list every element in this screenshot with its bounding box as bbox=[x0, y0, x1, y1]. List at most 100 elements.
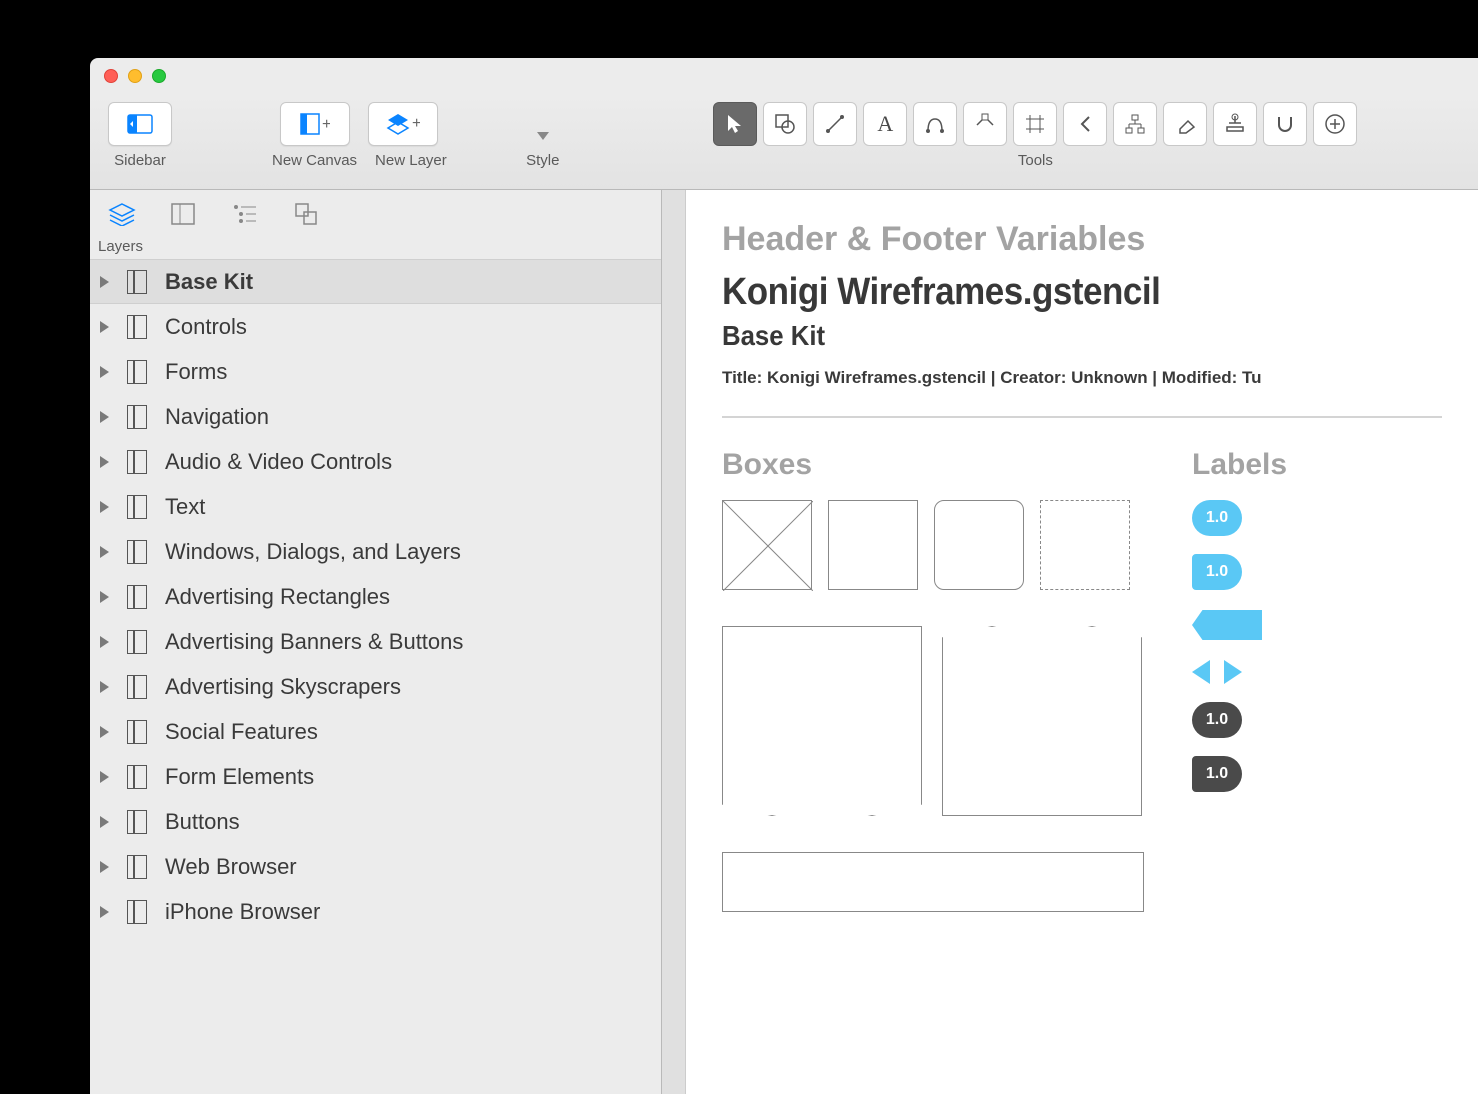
disclosure-triangle-icon[interactable] bbox=[100, 771, 109, 783]
disclosure-triangle-icon[interactable] bbox=[100, 546, 109, 558]
artboard-tool[interactable] bbox=[1013, 102, 1057, 146]
layers-icon bbox=[108, 202, 136, 226]
canvas-list-icon bbox=[170, 202, 196, 226]
dashed-square-shape[interactable] bbox=[1040, 500, 1130, 590]
layer-item[interactable]: Web Browser bbox=[90, 844, 661, 889]
new-canvas-icon: + bbox=[300, 113, 330, 135]
layer-item[interactable]: Social Features bbox=[90, 709, 661, 754]
layer-item[interactable]: Navigation bbox=[90, 394, 661, 439]
layer-item[interactable]: Audio & Video Controls bbox=[90, 439, 661, 484]
layer-item[interactable]: Advertising Skyscrapers bbox=[90, 664, 661, 709]
outline-tab[interactable] bbox=[232, 202, 262, 228]
label-bubble-3[interactable]: 1.0 bbox=[1192, 702, 1242, 738]
titlebar[interactable] bbox=[90, 58, 1478, 94]
labels-heading: Labels bbox=[1192, 448, 1292, 482]
hierarchy-tool[interactable] bbox=[1113, 102, 1157, 146]
triangle-right-icon bbox=[1224, 660, 1242, 684]
layer-item-label: Web Browser bbox=[165, 854, 297, 880]
layer-item-label: Base Kit bbox=[165, 269, 253, 295]
disclosure-triangle-icon[interactable] bbox=[100, 906, 109, 918]
disclosure-triangle-icon[interactable] bbox=[100, 276, 109, 288]
layer-item[interactable]: Advertising Rectangles bbox=[90, 574, 661, 619]
layer-item[interactable]: Controls bbox=[90, 304, 661, 349]
tools-label: Tools bbox=[1018, 152, 1053, 169]
layer-item[interactable]: Advertising Banners & Buttons bbox=[90, 619, 661, 664]
layer-item[interactable]: Forms bbox=[90, 349, 661, 394]
hierarchy-icon bbox=[1124, 113, 1146, 135]
selection-tool[interactable] bbox=[713, 102, 757, 146]
wave-top-box-shape[interactable] bbox=[942, 626, 1142, 816]
layer-item[interactable]: iPhone Browser bbox=[90, 889, 661, 934]
disclosure-triangle-icon[interactable] bbox=[100, 636, 109, 648]
pen-tool[interactable] bbox=[913, 102, 957, 146]
close-button[interactable] bbox=[104, 69, 118, 83]
line-tool[interactable] bbox=[813, 102, 857, 146]
arrow-label-shape[interactable] bbox=[1192, 610, 1262, 640]
stamp-tool[interactable] bbox=[1213, 102, 1257, 146]
disclosure-triangle-icon[interactable] bbox=[100, 726, 109, 738]
layers-tab[interactable] bbox=[108, 202, 138, 228]
disclosure-triangle-icon[interactable] bbox=[100, 501, 109, 513]
layer-item[interactable]: Text bbox=[90, 484, 661, 529]
wide-box-shape[interactable] bbox=[722, 852, 1144, 912]
canvas-tab[interactable] bbox=[170, 202, 200, 228]
text-tool[interactable]: A bbox=[863, 102, 907, 146]
artboard-icon bbox=[1024, 113, 1046, 135]
labels-section: Labels 1.0 1.0 1.0 1.0 bbox=[1192, 448, 1292, 912]
canvas-icon bbox=[127, 810, 147, 834]
selection-tab[interactable] bbox=[294, 202, 324, 228]
new-canvas-button[interactable]: + bbox=[280, 102, 350, 146]
minimize-button[interactable] bbox=[128, 69, 142, 83]
canvas-icon bbox=[127, 855, 147, 879]
disclosure-triangle-icon[interactable] bbox=[100, 456, 109, 468]
sidebar-toggle-button[interactable] bbox=[108, 102, 172, 146]
canvas-icon bbox=[127, 675, 147, 699]
header-footer-label: Header & Footer Variables bbox=[722, 220, 1442, 259]
canvas-icon bbox=[127, 360, 147, 384]
outline-icon bbox=[232, 202, 258, 226]
new-layer-label: New Layer bbox=[375, 152, 447, 169]
shape-icon bbox=[774, 113, 796, 135]
disclosure-triangle-icon[interactable] bbox=[100, 591, 109, 603]
boxes-heading: Boxes bbox=[722, 448, 1144, 482]
zoom-button[interactable] bbox=[152, 69, 166, 83]
layer-item[interactable]: Form Elements bbox=[90, 754, 661, 799]
rounded-square-shape[interactable] bbox=[934, 500, 1024, 590]
magnet-icon bbox=[1274, 113, 1296, 135]
line-icon bbox=[824, 113, 846, 135]
disclosure-triangle-icon[interactable] bbox=[100, 681, 109, 693]
canvas-area[interactable]: Header & Footer Variables Konigi Wirefra… bbox=[686, 190, 1478, 1094]
label-bubble-text: 1.0 bbox=[1206, 765, 1228, 783]
layer-item[interactable]: Base Kit bbox=[90, 259, 661, 304]
disclosure-triangle-icon[interactable] bbox=[100, 366, 109, 378]
add-tool[interactable] bbox=[1313, 102, 1357, 146]
style-dropdown[interactable] bbox=[521, 102, 565, 146]
canvas-icon bbox=[127, 630, 147, 654]
back-tool[interactable] bbox=[1063, 102, 1107, 146]
layer-item-label: Navigation bbox=[165, 404, 269, 430]
magnet-tool[interactable] bbox=[1263, 102, 1307, 146]
boxes-section: Boxes bbox=[722, 448, 1144, 912]
new-layer-button[interactable]: + bbox=[368, 102, 438, 146]
point-edit-tool[interactable] bbox=[963, 102, 1007, 146]
plus-circle-icon bbox=[1324, 113, 1346, 135]
eraser-tool[interactable] bbox=[1163, 102, 1207, 146]
wave-bottom-box-shape[interactable] bbox=[722, 626, 922, 816]
canvas-icon bbox=[127, 315, 147, 339]
square-shape[interactable] bbox=[828, 500, 918, 590]
disclosure-triangle-icon[interactable] bbox=[100, 321, 109, 333]
label-bubble-4[interactable]: 1.0 bbox=[1192, 756, 1242, 792]
triangle-pair[interactable] bbox=[1192, 660, 1292, 684]
layer-item[interactable]: Windows, Dialogs, and Layers bbox=[90, 529, 661, 574]
disclosure-triangle-icon[interactable] bbox=[100, 861, 109, 873]
disclosure-triangle-icon[interactable] bbox=[100, 816, 109, 828]
toolbar: Sidebar + + New Canvas New Layer Styl bbox=[90, 94, 1478, 190]
layer-item[interactable]: Buttons bbox=[90, 799, 661, 844]
label-bubble-2[interactable]: 1.0 bbox=[1192, 554, 1242, 590]
disclosure-triangle-icon[interactable] bbox=[100, 411, 109, 423]
label-bubble-1[interactable]: 1.0 bbox=[1192, 500, 1242, 536]
svg-text:+: + bbox=[322, 116, 330, 133]
layer-item-label: Text bbox=[165, 494, 205, 520]
shape-tool[interactable] bbox=[763, 102, 807, 146]
placeholder-box-shape[interactable] bbox=[722, 500, 812, 590]
